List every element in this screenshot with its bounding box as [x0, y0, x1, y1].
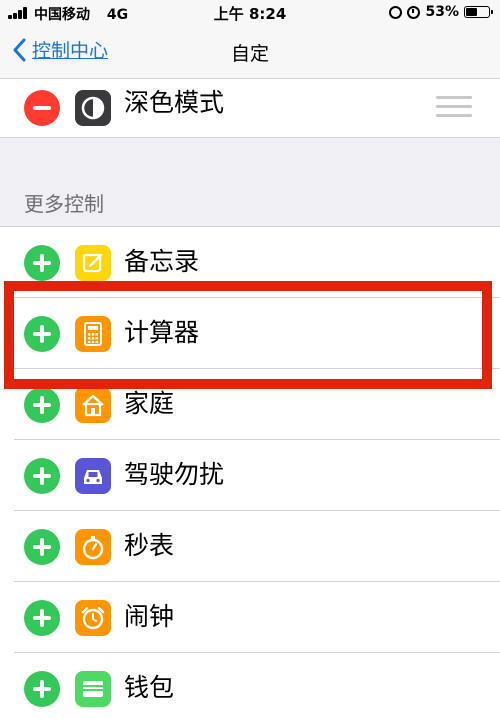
battery-percent: 53%	[425, 4, 459, 20]
page-title: 自定	[230, 43, 269, 65]
included-item-dark-mode: 深色模式	[0, 79, 500, 137]
item-label: 家庭	[124, 389, 175, 418]
status-bar: 中国移动 4G 上午 8:24 53%	[0, 0, 500, 26]
divider	[0, 137, 500, 138]
highlight-box	[4, 281, 492, 389]
add-button[interactable]	[24, 600, 60, 636]
stopwatch-icon	[75, 529, 111, 565]
item-label: 深色模式	[124, 88, 225, 117]
item-label: 闹钟	[124, 602, 175, 631]
add-button[interactable]	[24, 245, 60, 281]
notes-icon	[75, 245, 111, 281]
reorder-handle-icon[interactable]	[436, 96, 472, 118]
car-icon	[75, 458, 111, 494]
dark-mode-icon	[75, 90, 111, 126]
item-label: 备忘录	[124, 247, 200, 276]
item-label: 钱包	[124, 673, 175, 702]
battery-icon	[464, 6, 493, 18]
add-button[interactable]	[24, 387, 60, 423]
add-button[interactable]	[24, 458, 60, 494]
wallet-icon	[75, 671, 111, 707]
alarm-clock-icon	[75, 600, 111, 636]
more-item-alarm: 闹钟	[0, 582, 500, 653]
section-header-more-controls: 更多控制	[24, 192, 104, 216]
more-item-wallet: 钱包	[0, 653, 500, 719]
item-label: 驾驶勿扰	[124, 460, 225, 489]
navigation-bar: 控制中心 自定	[0, 26, 500, 79]
home-icon	[75, 387, 111, 423]
item-label: 秒表	[124, 531, 175, 560]
remove-button[interactable]	[24, 90, 60, 126]
add-button[interactable]	[24, 529, 60, 565]
alarm-icon	[407, 5, 421, 19]
add-button[interactable]	[24, 671, 60, 707]
more-item-driving-focus: 驾驶勿扰	[0, 440, 500, 511]
orientation-lock-icon	[389, 5, 403, 19]
more-item-stopwatch: 秒表	[0, 511, 500, 582]
